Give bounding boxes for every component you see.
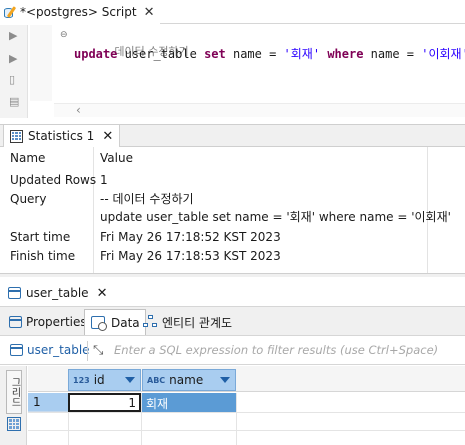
explain-icon[interactable]: ▯ — [9, 73, 15, 86]
properties-icon — [9, 316, 22, 328]
expand-icon[interactable]: ⤡ — [93, 344, 107, 358]
cell-id[interactable]: 1 — [68, 393, 141, 412]
stats-row-name: Query — [10, 191, 47, 206]
column-header-name[interactable]: ABC name — [142, 369, 236, 391]
table-editor-tabbar: user_table ✕ — [0, 281, 465, 305]
editor-toolbar: ▶ ▶ ▯ ▤ — [0, 25, 28, 118]
sql-token: where — [327, 47, 364, 61]
er-diagram-icon — [143, 315, 158, 329]
fold-toggle-icon[interactable]: ⊖ — [60, 30, 68, 40]
tab-er-diagram[interactable]: 엔티티 관계도 — [137, 309, 237, 335]
stats-row-value: Fri May 26 17:18:53 KST 2023 — [100, 248, 281, 263]
grid-mode-button[interactable]: 그리드 — [6, 370, 22, 414]
sort-dropdown-icon[interactable] — [125, 377, 135, 383]
text-type-icon: ABC — [147, 375, 166, 385]
tab-statistics[interactable]: Statistics 1 ✕ — [3, 125, 121, 147]
stats-row-name: Finish time — [10, 248, 76, 263]
sql-token: set — [204, 47, 226, 61]
close-icon[interactable]: ✕ — [102, 129, 113, 144]
stats-row[interactable]: Start time Fri May 26 17:18:52 KST 2023 — [0, 227, 465, 246]
run-icon[interactable]: ▶ — [9, 29, 17, 42]
header-name: Name — [10, 150, 46, 165]
stats-row-name: Start time — [10, 229, 71, 244]
tab-script[interactable]: *<postgres> Script ✕ — [0, 0, 161, 24]
tab-user-table-label: user_table — [26, 286, 89, 300]
close-icon[interactable]: ✕ — [97, 286, 108, 301]
data-icon — [91, 316, 107, 331]
stats-row-value: -- 데이터 수정하기 — [100, 192, 194, 206]
tab-properties-label: Properties — [26, 315, 87, 329]
tab-properties[interactable]: Properties — [3, 309, 92, 335]
sql-token: name = — [225, 47, 284, 61]
stats-row[interactable]: Finish time Fri May 26 17:18:53 KST 2023 — [0, 246, 465, 265]
stats-row[interactable]: Updated Rows 1 — [0, 170, 465, 189]
row-number[interactable]: 1 — [28, 393, 68, 412]
filter-bar: user_table ⤡ Enter a SQL expression to f… — [0, 337, 465, 365]
code-line-2: update user_table set name = '회재' where … — [74, 45, 465, 62]
column-header-id[interactable]: 123 id — [68, 369, 141, 391]
filter-source-label: user_table — [27, 343, 90, 357]
editor-tabbar: *<postgres> Script ✕ — [0, 0, 465, 24]
tab-user-table[interactable]: user_table ✕ — [3, 282, 112, 304]
sql-token: update — [74, 47, 118, 61]
row-number-label: 1 — [33, 395, 41, 409]
tab-data-label: Data — [111, 315, 140, 330]
statistics-table: Name Value Updated Rows 1 Query -- 데이터 수… — [0, 147, 465, 273]
divider — [87, 341, 88, 361]
scroll-left-icon[interactable]: ‹ — [76, 103, 81, 117]
table-icon — [8, 287, 21, 299]
filter-source[interactable]: user_table — [10, 343, 90, 357]
cell-name[interactable]: 회재 — [142, 393, 236, 412]
sql-token: name = — [363, 47, 422, 61]
sql-token: '이회재' — [421, 47, 465, 61]
history-icon[interactable]: ▤ — [9, 95, 19, 108]
stats-row[interactable]: Query -- 데이터 수정하기 — [0, 189, 465, 208]
stats-row-value: Fri May 26 17:18:52 KST 2023 — [100, 229, 281, 244]
table-icon — [10, 344, 23, 356]
stats-row-value: update user_table set name = '회재' where … — [100, 210, 451, 224]
grid-line — [236, 393, 237, 445]
stats-header-row: Name Value — [0, 148, 465, 167]
filter-input[interactable]: Enter a SQL expression to filter results… — [114, 343, 438, 357]
table-subtabs: Properties Data 엔티티 관계도 — [0, 306, 465, 336]
numeric-type-icon: 123 — [73, 375, 90, 385]
column-header-label: id — [93, 373, 105, 387]
run-script-icon[interactable]: ▶ — [9, 52, 17, 65]
sql-script-icon — [4, 5, 17, 19]
tab-er-diagram-label: 엔티티 관계도 — [162, 315, 233, 330]
sql-editor[interactable]: ▶ ▶ ▯ ▤ ⊖ -- 데이터 수정하기 update user_table … — [0, 25, 465, 118]
close-icon[interactable]: ✕ — [144, 5, 155, 20]
tab-script-label: *<postgres> Script — [20, 5, 137, 19]
sort-dropdown-icon[interactable] — [220, 377, 230, 383]
sql-token: '회재' — [283, 47, 321, 61]
panel-divider[interactable] — [0, 273, 465, 277]
stats-row-value: 1 — [100, 172, 108, 187]
grid-icon — [10, 129, 23, 143]
stats-row-name: Updated Rows — [10, 172, 97, 187]
stats-row[interactable]: update user_table set name = '회재' where … — [0, 207, 465, 226]
grid-header: 123 id ABC name — [28, 366, 465, 392]
horizontal-scrollbar[interactable]: ‹ — [54, 103, 465, 117]
results-grid: 그리드 123 id ABC name 1 1 회재 — [0, 366, 465, 445]
grid-view-icon[interactable] — [7, 417, 21, 431]
sql-token: user_table — [117, 47, 205, 61]
header-value: Value — [100, 150, 133, 165]
grid-side-toolbar: 그리드 — [0, 366, 27, 445]
results-tabbar: Statistics 1 ✕ — [0, 124, 465, 147]
tab-statistics-label: Statistics 1 — [28, 129, 95, 143]
column-header-label: name — [169, 373, 204, 387]
grid-line — [28, 430, 465, 431]
grid-line — [28, 412, 465, 413]
